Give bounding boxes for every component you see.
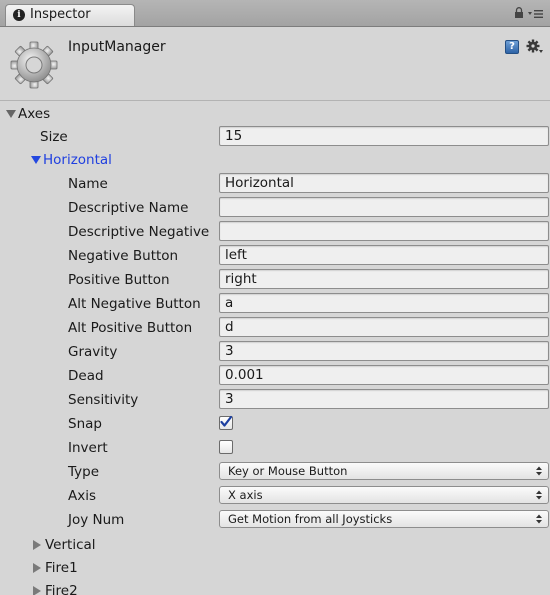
tab-label: Inspector bbox=[30, 7, 91, 22]
expanded-arrow-icon[interactable] bbox=[31, 156, 41, 164]
size-field[interactable]: 15 bbox=[219, 126, 549, 146]
fire2-foldout[interactable]: Fire2 bbox=[0, 580, 550, 595]
size-label: Size bbox=[40, 129, 68, 145]
name-row: Name Horizontal bbox=[0, 173, 550, 195]
snap-row: Snap bbox=[0, 413, 550, 435]
descriptive-negative-row: Descriptive Negative bbox=[0, 221, 550, 243]
positive-button-field[interactable]: right bbox=[219, 269, 549, 289]
alt-negative-button-row: Alt Negative Button a bbox=[0, 293, 550, 315]
joy-num-row: Joy Num Get Motion from all Joysticks bbox=[0, 509, 550, 531]
tab-inspector[interactable]: i Inspector bbox=[5, 4, 135, 26]
axes-label: Axes bbox=[18, 106, 51, 122]
gravity-field[interactable]: 3 bbox=[219, 341, 549, 361]
name-field[interactable]: Horizontal bbox=[219, 173, 549, 193]
tab-menu-icon[interactable] bbox=[528, 9, 544, 19]
info-icon: i bbox=[13, 9, 25, 21]
dropdown-arrows-icon bbox=[536, 514, 542, 524]
help-book-icon[interactable]: ? bbox=[505, 40, 519, 54]
sensitivity-row: Sensitivity 3 bbox=[0, 389, 550, 411]
dead-row: Dead 0.001 bbox=[0, 365, 550, 387]
positive-button-row: Positive Button right bbox=[0, 269, 550, 291]
expanded-arrow-icon[interactable] bbox=[6, 110, 16, 118]
alt-negative-button-label: Alt Negative Button bbox=[68, 296, 201, 312]
invert-row: Invert bbox=[0, 437, 550, 459]
size-row: Size 15 bbox=[0, 126, 550, 148]
gravity-label: Gravity bbox=[68, 344, 118, 360]
gravity-row: Gravity 3 bbox=[0, 341, 550, 363]
alt-positive-button-row: Alt Positive Button d bbox=[0, 317, 550, 339]
name-label: Name bbox=[68, 176, 108, 192]
sensitivity-label: Sensitivity bbox=[68, 392, 139, 408]
vertical-foldout[interactable]: Vertical bbox=[0, 534, 550, 556]
vertical-label: Vertical bbox=[45, 537, 96, 553]
snap-checkbox[interactable] bbox=[219, 415, 233, 430]
negative-button-field[interactable]: left bbox=[219, 245, 549, 265]
dropdown-arrows-icon bbox=[536, 466, 542, 476]
horizontal-label: Horizontal bbox=[43, 152, 112, 168]
horizontal-foldout[interactable]: Horizontal bbox=[0, 149, 550, 171]
type-label: Type bbox=[68, 464, 100, 480]
joy-num-dropdown-value: Get Motion from all Joysticks bbox=[228, 512, 393, 526]
joy-num-dropdown[interactable]: Get Motion from all Joysticks bbox=[219, 510, 549, 528]
alt-positive-button-label: Alt Positive Button bbox=[68, 320, 193, 336]
negative-button-row: Negative Button left bbox=[0, 245, 550, 267]
tab-strip: i Inspector bbox=[0, 0, 550, 27]
descriptive-name-row: Descriptive Name bbox=[0, 197, 550, 219]
component-header: InputManager ? bbox=[0, 27, 550, 101]
settings-gear-icon[interactable] bbox=[526, 39, 544, 55]
type-row: Type Key or Mouse Button bbox=[0, 461, 550, 483]
axis-dropdown[interactable]: X axis bbox=[219, 486, 549, 504]
type-dropdown[interactable]: Key or Mouse Button bbox=[219, 462, 549, 480]
alt-positive-button-field[interactable]: d bbox=[219, 317, 549, 337]
dropdown-arrows-icon bbox=[536, 490, 542, 500]
collapsed-arrow-icon[interactable] bbox=[33, 586, 41, 595]
fire2-label: Fire2 bbox=[45, 583, 78, 595]
object-name: InputManager bbox=[68, 39, 166, 55]
positive-button-label: Positive Button bbox=[68, 272, 170, 288]
axis-dropdown-value: X axis bbox=[228, 488, 263, 502]
collapsed-arrow-icon[interactable] bbox=[33, 540, 41, 550]
invert-checkbox[interactable] bbox=[219, 440, 233, 454]
joy-num-label: Joy Num bbox=[68, 512, 125, 528]
axis-label: Axis bbox=[68, 488, 97, 504]
dead-label: Dead bbox=[68, 368, 104, 384]
fire1-foldout[interactable]: Fire1 bbox=[0, 557, 550, 579]
axes-foldout[interactable]: Axes bbox=[0, 103, 550, 125]
inspector-panel: i Inspector InputManager ? Axes Size 15 … bbox=[0, 0, 550, 595]
checkmark-icon bbox=[220, 415, 233, 427]
axis-row: Axis X axis bbox=[0, 485, 550, 507]
descriptive-name-label: Descriptive Name bbox=[68, 200, 189, 216]
sensitivity-field[interactable]: 3 bbox=[219, 389, 549, 409]
fire1-label: Fire1 bbox=[45, 560, 78, 576]
negative-button-label: Negative Button bbox=[68, 248, 179, 264]
descriptive-negative-label: Descriptive Negative bbox=[68, 224, 210, 240]
descriptive-negative-field[interactable] bbox=[219, 221, 549, 241]
invert-label: Invert bbox=[68, 440, 108, 456]
type-dropdown-value: Key or Mouse Button bbox=[228, 464, 348, 478]
lock-icon[interactable] bbox=[514, 7, 524, 19]
snap-label: Snap bbox=[68, 416, 102, 432]
alt-negative-button-field[interactable]: a bbox=[219, 293, 549, 313]
dead-field[interactable]: 0.001 bbox=[219, 365, 549, 385]
gear-icon bbox=[10, 41, 58, 89]
descriptive-name-field[interactable] bbox=[219, 197, 549, 217]
collapsed-arrow-icon[interactable] bbox=[33, 563, 41, 573]
